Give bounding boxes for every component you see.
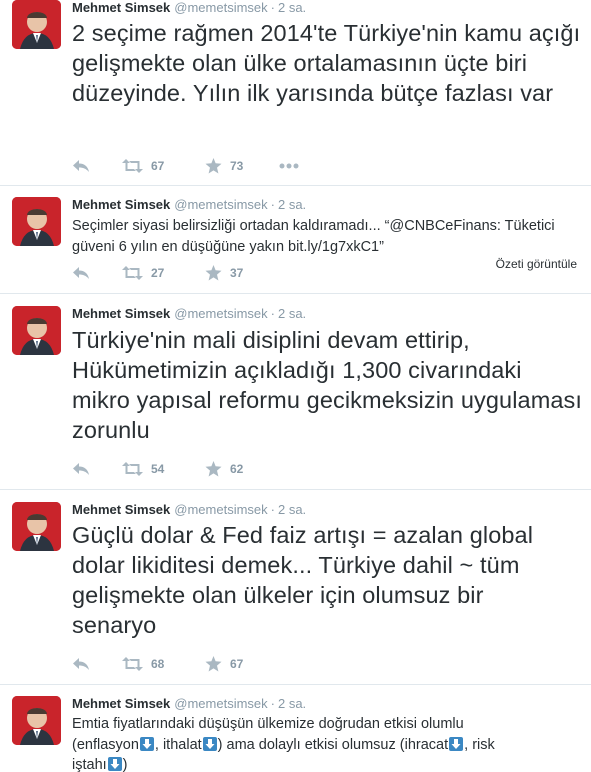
down-arrow-emoji-icon (107, 757, 122, 771)
author-name[interactable]: Mehmet Simsek (72, 0, 170, 15)
author-name[interactable]: Mehmet Simsek (72, 306, 170, 321)
author-handle[interactable]: @memetsimsek (174, 306, 267, 321)
avatar[interactable] (12, 0, 61, 49)
tweet-timestamp[interactable]: 2 sa. (278, 0, 306, 15)
tweet-actions: 67 73 (72, 156, 372, 176)
reply-button[interactable] (72, 654, 90, 674)
tweet-timestamp[interactable]: 2 sa. (278, 197, 306, 212)
tweet-text-part: Emtia fiyatlarındaki düşüşün ülkemize do… (72, 716, 464, 732)
tweet-text-part: (enflasyon (72, 736, 139, 753)
retweet-count: 54 (151, 462, 165, 476)
retweet-count: 68 (151, 657, 165, 671)
tweet[interactable]: Mehmet Simsek @memetsimsek · 2 sa. Güçlü do… (0, 490, 591, 685)
retweet-button[interactable]: 54 (122, 459, 164, 479)
avatar[interactable] (12, 696, 61, 745)
tweet-text-part: , ithalat (154, 736, 202, 753)
tweet-text-part: iştahı (72, 757, 107, 772)
favorite-button[interactable]: 62 (205, 459, 243, 479)
retweet-icon (122, 657, 143, 671)
favorite-count: 73 (230, 159, 244, 173)
tweet-header: Mehmet Simsek @memetsimsek · 2 sa. (72, 306, 306, 322)
favorite-count: 37 (230, 266, 244, 280)
tweet[interactable]: Mehmet Simsek @memetsimsek · 2 sa. Seçimler… (0, 186, 591, 294)
tweet-text-part: ) ama dolaylı etkisi olumsuz (ihracat (217, 736, 449, 753)
tweet-header: Mehmet Simsek @memetsimsek · 2 sa. (72, 197, 306, 213)
tweet-text: Emtia fiyatlarındaki düşüşün ülkemize do… (72, 714, 577, 772)
reply-button[interactable] (72, 459, 90, 479)
tweet-text: Türkiye'nin mali disiplini devam ettirip… (72, 327, 583, 443)
retweet-count: 67 (151, 159, 165, 173)
reply-icon (72, 657, 90, 671)
tweet-actions: 27 37 (72, 263, 372, 283)
author-handle[interactable]: @memetsimsek (174, 696, 267, 711)
favorite-count: 67 (230, 657, 244, 671)
more-dots-icon (279, 163, 299, 169)
favorite-count: 62 (230, 462, 244, 476)
reply-icon (72, 462, 90, 476)
tweet-actions: 68 67 (72, 654, 372, 674)
avatar[interactable] (12, 306, 61, 355)
retweet-button[interactable]: 67 (122, 156, 164, 176)
separator-dot: · (270, 306, 275, 321)
retweet-icon (122, 266, 143, 280)
view-summary-link[interactable]: Özeti görüntüle (496, 257, 577, 271)
avatar[interactable] (12, 197, 61, 246)
down-arrow-emoji-icon (139, 736, 154, 751)
tweet-header: Mehmet Simsek @memetsimsek · 2 sa. (72, 696, 306, 712)
favorite-button[interactable]: 37 (205, 263, 243, 283)
separator-dot: · (270, 502, 275, 517)
separator-dot: · (270, 0, 275, 15)
tweet-text: Güçlü dolar & Fed faiz artışı = azalan g… (72, 522, 534, 638)
star-icon (205, 656, 222, 672)
tweet-header: Mehmet Simsek @memetsimsek · 2 sa. (72, 502, 306, 518)
separator-dot: · (270, 696, 275, 711)
author-name[interactable]: Mehmet Simsek (72, 696, 170, 711)
tweet-actions: 54 62 (72, 459, 372, 479)
tweet-text-part: , risk (464, 736, 495, 753)
favorite-button[interactable]: 67 (205, 654, 243, 674)
star-icon (205, 265, 222, 281)
tweet-text: 2 seçime rağmen 2014'te Türkiye'nin kamu… (72, 20, 581, 106)
author-handle[interactable]: @memetsimsek (174, 502, 267, 517)
retweet-icon (122, 159, 143, 173)
author-name[interactable]: Mehmet Simsek (72, 197, 170, 212)
retweet-icon (122, 462, 143, 476)
avatar[interactable] (12, 502, 61, 551)
tweet-text-part: ) (122, 757, 128, 772)
author-handle[interactable]: @memetsimsek (174, 0, 267, 15)
separator-dot: · (270, 197, 275, 212)
more-button[interactable] (279, 156, 299, 176)
tweet[interactable]: Mehmet Simsek @memetsimsek · 2 sa. Emtia fi… (0, 685, 591, 772)
tweet-timestamp[interactable]: 2 sa. (278, 306, 306, 321)
reply-icon (72, 266, 90, 280)
down-arrow-emoji-icon (449, 736, 464, 751)
favorite-button[interactable]: 73 (205, 156, 243, 176)
tweet-timeline: Mehmet Simsek @memetsimsek · 2 sa. 2 seçime… (0, 0, 591, 772)
retweet-button[interactable]: 68 (122, 654, 164, 674)
down-arrow-emoji-icon (202, 736, 217, 751)
tweet-timestamp[interactable]: 2 sa. (278, 696, 306, 711)
retweet-count: 27 (151, 266, 165, 280)
reply-button[interactable] (72, 263, 90, 283)
reply-icon (72, 159, 90, 173)
author-name[interactable]: Mehmet Simsek (72, 502, 170, 517)
star-icon (205, 461, 222, 477)
tweet-timestamp[interactable]: 2 sa. (278, 502, 306, 517)
tweet[interactable]: Mehmet Simsek @memetsimsek · 2 sa. Türkiye'… (0, 294, 591, 490)
reply-button[interactable] (72, 156, 90, 176)
tweet-header: Mehmet Simsek @memetsimsek · 2 sa. (72, 0, 306, 16)
tweet[interactable]: Mehmet Simsek @memetsimsek · 2 sa. 2 seçime… (0, 0, 591, 186)
tweet-text: Seçimler siyasi belirsizliği ortadan kal… (72, 218, 555, 255)
star-icon (205, 158, 222, 174)
retweet-button[interactable]: 27 (122, 263, 164, 283)
author-handle[interactable]: @memetsimsek (174, 197, 267, 212)
